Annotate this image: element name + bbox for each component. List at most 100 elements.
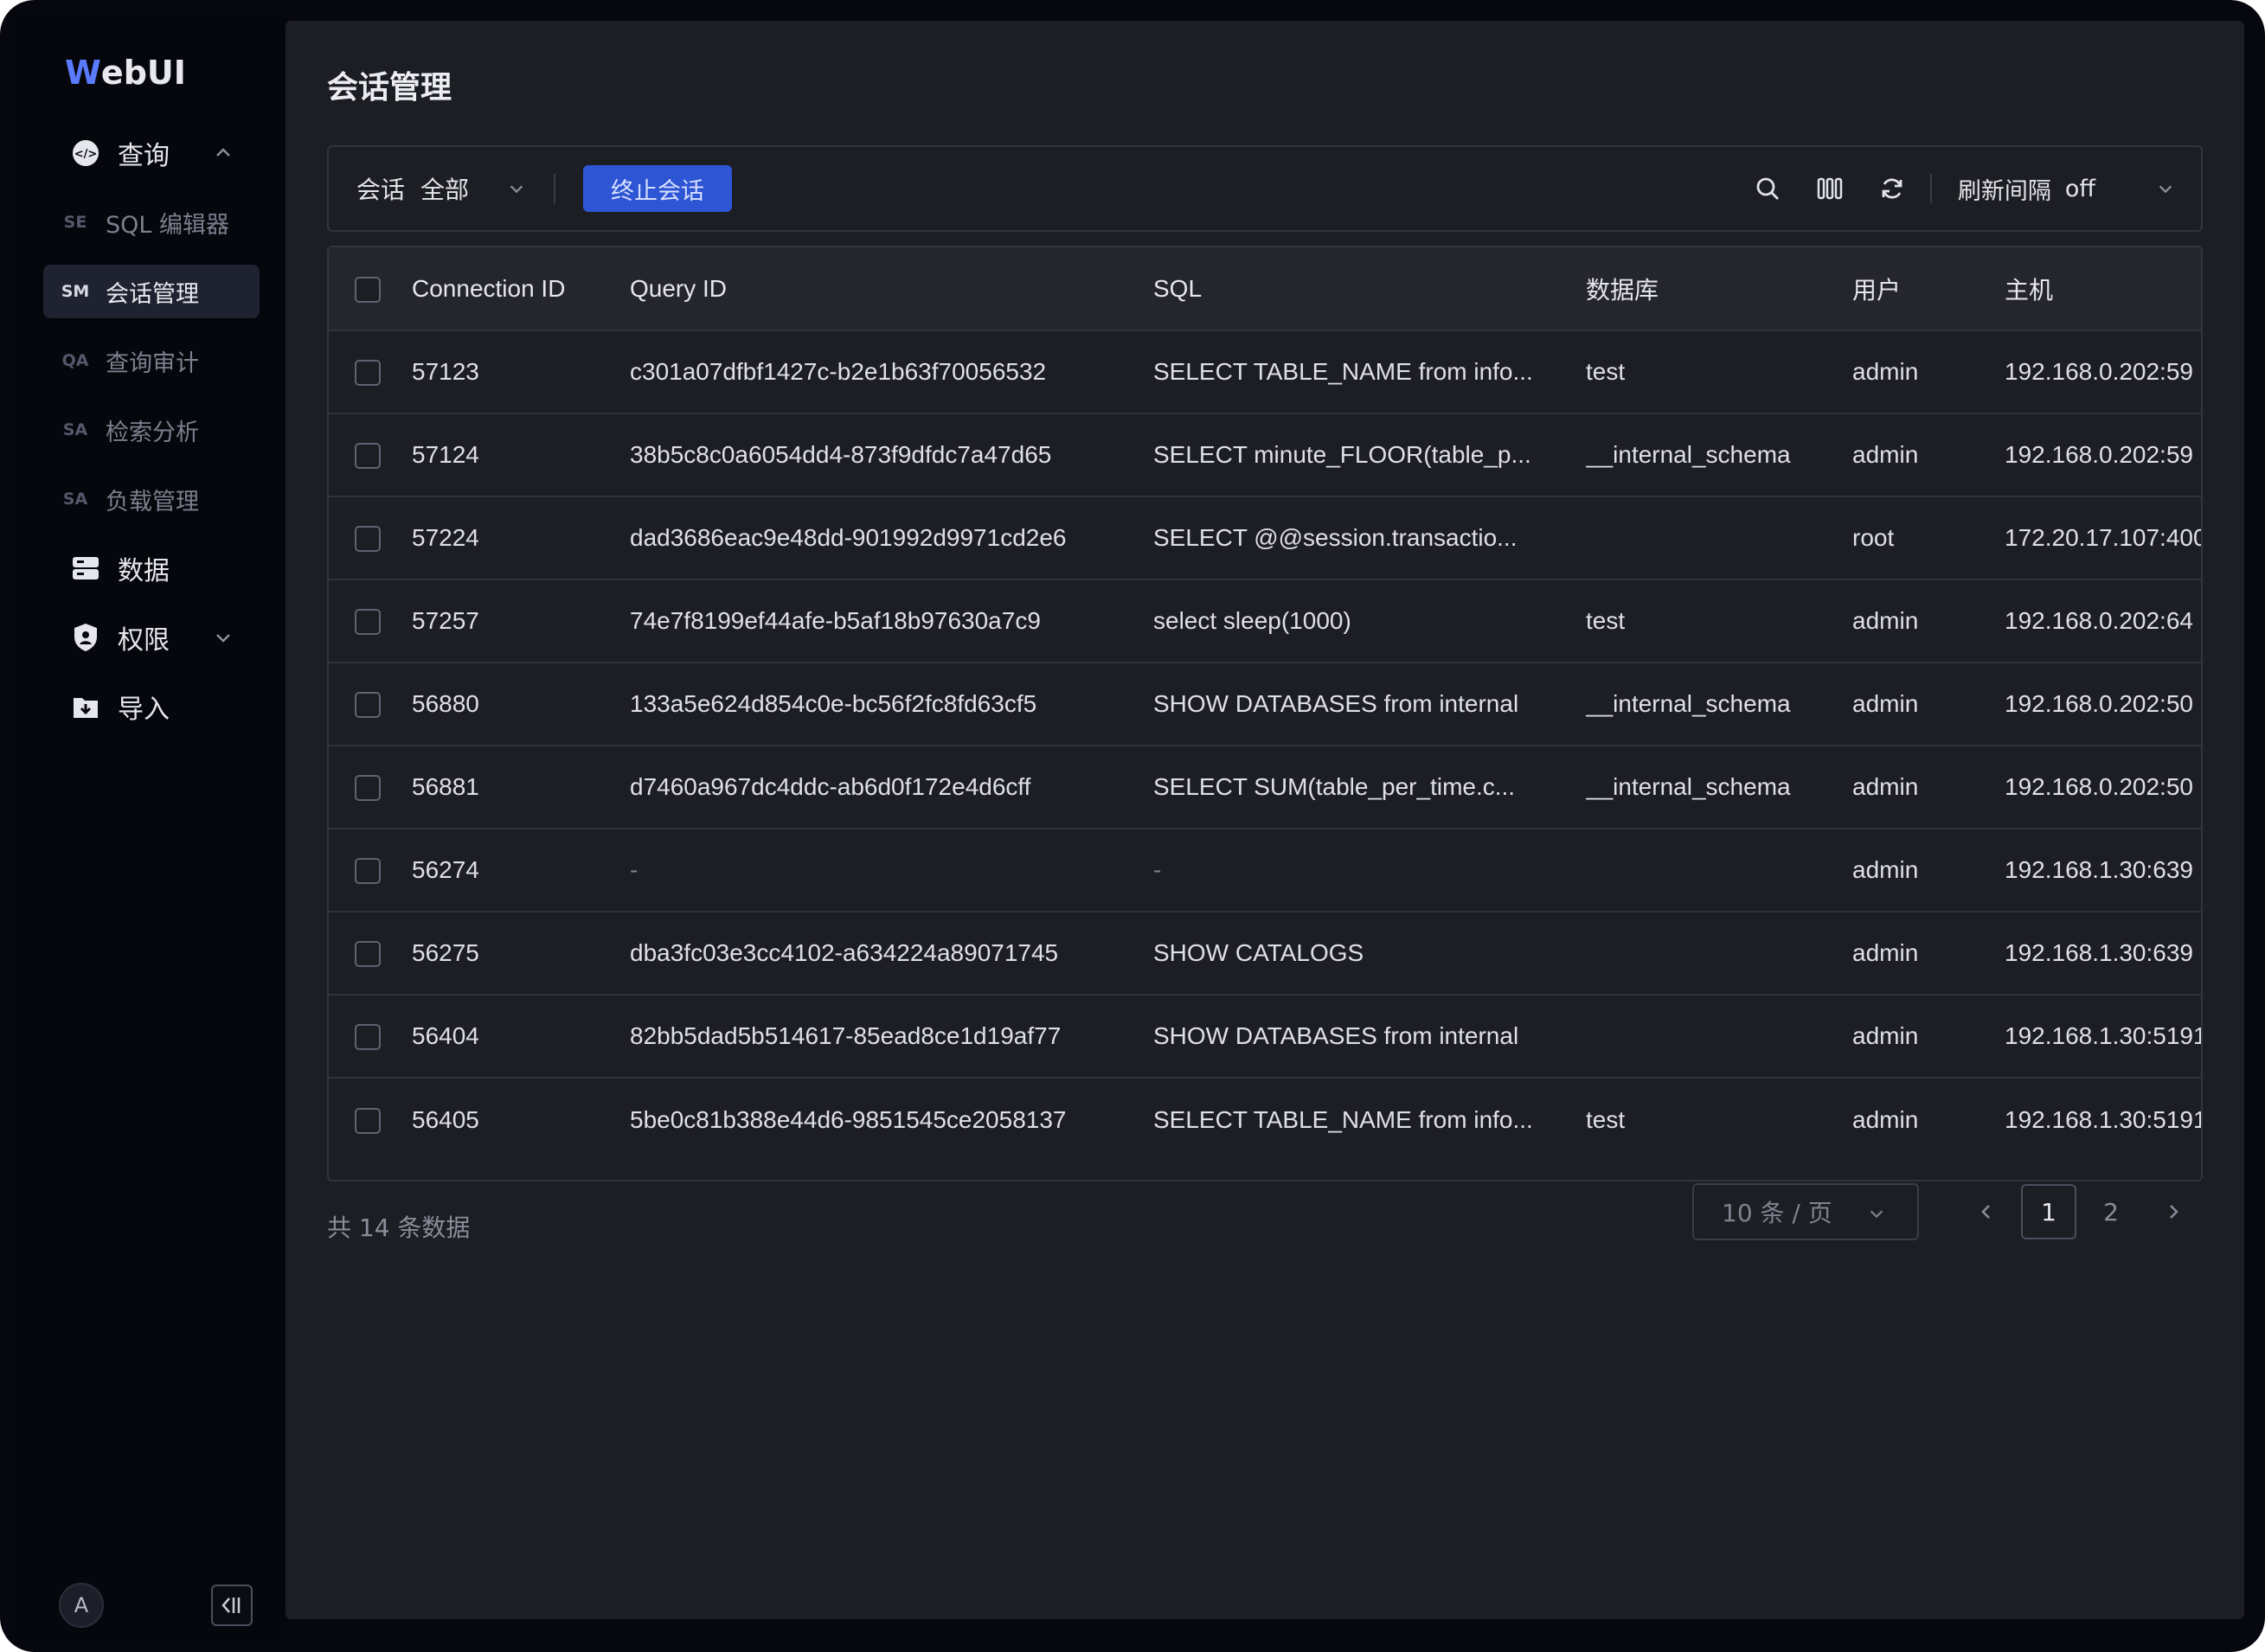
- row-checkbox[interactable]: [355, 360, 381, 387]
- column-header-database[interactable]: 数据库: [1586, 247, 1852, 331]
- column-header-query-id[interactable]: Query ID: [630, 247, 1153, 331]
- chevron-up-icon: [216, 148, 230, 157]
- logo-mark: W: [65, 54, 101, 92]
- user-cell: admin: [1852, 1105, 1919, 1133]
- query-id-cell: 133a5e624d854c0e-bc56f2fc8fd63cf5: [630, 663, 1153, 746]
- sidebar: WebUI </> 查询 SE SQL 编辑器 SM 会话管理 QA 查询审计 …: [9, 9, 286, 1643]
- connection-id-cell: 56404: [412, 995, 630, 1079]
- sql-cell: SHOW DATABASES from internal: [1153, 995, 1586, 1079]
- row-checkbox[interactable]: [355, 775, 381, 802]
- chevron-left-icon: [1981, 1205, 1990, 1219]
- row-select-cell: [329, 330, 412, 414]
- column-header-host[interactable]: 主机: [2005, 247, 2201, 331]
- sql-cell: SELECT SUM(table_per_time.c...: [1153, 746, 1586, 829]
- sql-cell: SHOW DATABASES from internal: [1153, 663, 1586, 746]
- table-row[interactable]: 57124 38b5c8c0a6054dd4-873f9dfdc7a47d65 SE…: [329, 413, 2201, 497]
- collapse-sidebar-button[interactable]: [211, 1585, 253, 1626]
- refresh-interval-value: off: [2064, 175, 2095, 202]
- user-cell: root: [1852, 496, 2005, 580]
- row-checkbox[interactable]: [355, 692, 381, 719]
- sidebar-item-label: SQL 编辑器: [106, 211, 230, 239]
- row-checkbox[interactable]: [355, 443, 381, 470]
- pagination: 1 2: [1955, 1183, 2204, 1240]
- database-cell: __internal_schema: [1586, 746, 1852, 829]
- user-cell: admin: [1852, 330, 2005, 414]
- host-cell: 192.168.1.30:639: [2005, 912, 2201, 996]
- sidebar-item-search-analysis[interactable]: SA 检索分析: [43, 403, 260, 457]
- sidebar-group-label: 数据: [118, 556, 170, 586]
- next-page-button[interactable]: [2146, 1184, 2201, 1239]
- refresh-interval-select[interactable]: 刷新间隔 off: [1958, 172, 2175, 206]
- chevron-down-icon: [510, 185, 523, 194]
- table-row[interactable]: 56405 5be0c81b388e44d6-9851545ce2058137 SE…: [329, 1078, 2201, 1161]
- sql-cell: -: [1153, 829, 1586, 912]
- table-row[interactable]: 57224 dad3686eac9e48dd-901992d9971cd2e6 SE…: [329, 496, 2201, 580]
- user-cell: admin: [1852, 746, 2005, 829]
- chevron-down-icon: [216, 634, 230, 643]
- row-checkbox[interactable]: [355, 941, 381, 968]
- row-select-cell: [329, 1078, 412, 1161]
- refresh-icon[interactable]: [1861, 163, 1923, 215]
- sidebar-group-label: 导入: [118, 695, 170, 725]
- database-cell: __internal_schema: [1586, 413, 1852, 497]
- page-button-2[interactable]: 2: [2083, 1184, 2139, 1239]
- session-filter-select[interactable]: 会话 全部: [356, 171, 526, 206]
- database-cell: [1586, 912, 1852, 996]
- sql-cell: SELECT minute_FLOOR(table_p...: [1153, 413, 1586, 497]
- row-select-cell: [329, 663, 412, 746]
- sidebar-group-label: 权限: [118, 625, 170, 656]
- connection-id-cell: 56405: [412, 1105, 479, 1133]
- table-row[interactable]: 56880 133a5e624d854c0e-bc56f2fc8fd63cf5 SH…: [329, 663, 2201, 746]
- sidebar-item-query-audit[interactable]: QA 查询审计: [43, 334, 260, 387]
- table-row[interactable]: 56274- - admin 192.168.1.30:639: [329, 829, 2201, 912]
- sidebar-item-label: 检索分析: [106, 419, 199, 446]
- toolbar-actions: 刷新间隔 off: [1736, 147, 2175, 230]
- table-row[interactable]: 56881 d7460a967dc4ddc-ab6d0f172e4d6cff SEL…: [329, 746, 2201, 829]
- chevron-down-icon: [2159, 185, 2172, 194]
- sidebar-item-sql-editor[interactable]: SE SQL 编辑器: [43, 195, 260, 249]
- row-checkbox[interactable]: [355, 1024, 381, 1051]
- avatar[interactable]: A: [59, 1583, 104, 1628]
- database-cell: __internal_schema: [1586, 663, 1852, 746]
- divider: [554, 174, 556, 203]
- column-header-user[interactable]: 用户: [1852, 247, 2005, 331]
- sidebar-item-workload-management[interactable]: SA 负载管理: [43, 472, 260, 526]
- sidebar-group-data[interactable]: 数据: [43, 541, 260, 595]
- divider: [1929, 174, 1932, 203]
- table-row[interactable]: 56404 82bb5dad5b514617-85ead8ce1d19af77 SH…: [329, 995, 2201, 1079]
- table-row[interactable]: 56275 dba3fc03e3cc4102-a634224a89071745 SH…: [329, 912, 2201, 996]
- row-checkbox[interactable]: [355, 1107, 381, 1134]
- connection-id-cell: 56881: [412, 746, 630, 829]
- kill-session-button[interactable]: 终止会话: [583, 165, 733, 212]
- row-checkbox[interactable]: [355, 858, 381, 885]
- column-header-connection-id[interactable]: Connection ID: [412, 247, 630, 331]
- sidebar-item-session-management[interactable]: SM 会话管理: [43, 265, 260, 318]
- page-size-select[interactable]: 10 条 / 页: [1692, 1183, 1919, 1240]
- column-header-sql[interactable]: SQL: [1153, 247, 1586, 331]
- connection-id-cell: 56274: [412, 829, 630, 912]
- row-checkbox[interactable]: [355, 526, 381, 553]
- page-size-value: 10 条 / 页: [1722, 1199, 1832, 1227]
- select-all-cell: [329, 247, 412, 331]
- select-all-checkbox[interactable]: [355, 276, 381, 303]
- search-icon[interactable]: [1736, 163, 1799, 215]
- sidebar-group-query[interactable]: </> 查询: [43, 126, 260, 180]
- table-row[interactable]: 57257 74e7f8199ef44afe-b5af18b97630a7c9 se…: [329, 579, 2201, 663]
- table-row[interactable]: 57123 c301a07dfbf1427c-b2e1b63f70056532 SE…: [329, 330, 2201, 414]
- query-id-cell: -: [630, 829, 1153, 912]
- sidebar-item-abbr: SM: [61, 282, 90, 301]
- connection-id-cell: 56880: [412, 663, 630, 746]
- host-cell: 192.168.0.202:59: [2005, 330, 2201, 414]
- sidebar-item-abbr: QA: [61, 351, 89, 370]
- columns-icon[interactable]: [1799, 163, 1861, 215]
- row-checkbox[interactable]: [355, 609, 381, 636]
- query-id-cell: 5be0c81b388e44d6-9851545ce2058137: [630, 1105, 1067, 1133]
- sql-cell: SHOW CATALOGS: [1153, 912, 1586, 996]
- host-cell: 172.20.17.107:400: [2005, 496, 2201, 580]
- sidebar-group-import[interactable]: 导入: [43, 680, 260, 733]
- page-button-1[interactable]: 1: [2021, 1184, 2076, 1239]
- query-id-cell: d7460a967dc4ddc-ab6d0f172e4d6cff: [630, 746, 1153, 829]
- prev-page-button[interactable]: [1959, 1184, 2014, 1239]
- sidebar-group-permission[interactable]: 权限: [43, 611, 260, 664]
- session-filter-value: 全部: [420, 176, 470, 204]
